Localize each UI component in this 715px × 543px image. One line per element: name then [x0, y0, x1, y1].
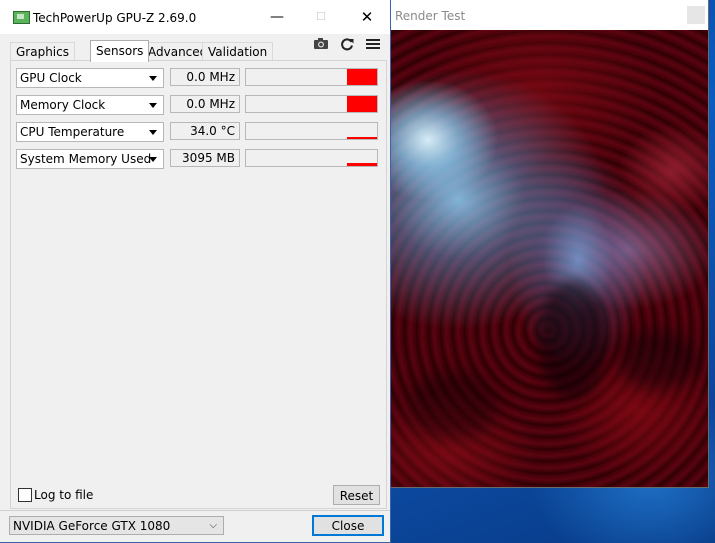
sensor-graph-bar — [347, 163, 377, 166]
sensor-name: GPU Clock — [20, 71, 82, 85]
refresh-icon[interactable] — [338, 37, 356, 55]
chevron-down-icon: ⌵ — [209, 520, 217, 531]
sensor-graph — [245, 95, 378, 113]
close-button[interactable]: Close — [312, 515, 384, 536]
reset-button[interactable]: Reset — [333, 485, 380, 505]
sensor-graph — [245, 149, 378, 167]
tab-graphics-card[interactable]: Graphics Card — [10, 42, 75, 77]
footer-divider — [0, 510, 390, 511]
sensor-name-dropdown[interactable]: CPU Temperature — [16, 122, 164, 142]
sensor-graph-bar — [347, 69, 377, 85]
dropdown-arrow-icon — [149, 130, 157, 135]
gpuz-window: TechPowerUp GPU-Z 2.69.0 — ☐ ✕ Graphics … — [0, 0, 390, 542]
dropdown-arrow-icon — [149, 76, 157, 81]
hamburger-menu-icon[interactable] — [364, 37, 382, 55]
sensor-graph-bar — [347, 137, 377, 139]
render-blotch — [618, 330, 698, 390]
sensor-name: System Memory Used — [20, 152, 152, 166]
maximize-button[interactable]: ☐ — [306, 6, 336, 28]
checkbox-box[interactable] — [18, 488, 32, 502]
log-to-file-label: Log to file — [34, 488, 94, 502]
gpuz-titlebar[interactable]: TechPowerUp GPU-Z 2.69.0 — ☐ ✕ — [0, 0, 390, 34]
sensor-value: 3095 MB — [170, 149, 240, 167]
gpu-card-icon — [13, 11, 30, 24]
sensor-graph — [245, 122, 378, 140]
dropdown-arrow-icon — [149, 103, 157, 108]
gpu-select-dropdown[interactable]: NVIDIA GeForce GTX 1080 ⌵ — [9, 516, 224, 535]
render-blotch — [408, 370, 498, 440]
tab-sensors[interactable]: Sensors — [90, 40, 150, 62]
render-test-title: Render Test — [395, 9, 466, 23]
render-test-window: Render Test — [388, 0, 708, 487]
sensor-name-dropdown[interactable]: Memory Clock — [16, 95, 164, 115]
minimize-button[interactable]: — — [262, 6, 292, 28]
sensor-name-dropdown[interactable]: System Memory Used — [16, 149, 164, 169]
sensor-name: Memory Clock — [20, 98, 106, 112]
sensor-graph-bar — [347, 96, 377, 112]
window-title: TechPowerUp GPU-Z 2.69.0 — [33, 11, 197, 25]
sensor-name-dropdown[interactable]: GPU Clock — [16, 68, 164, 88]
gpu-select-value: NVIDIA GeForce GTX 1080 — [13, 519, 171, 533]
tab-validation[interactable]: Validation — [202, 42, 274, 61]
sensor-value: 0.0 MHz — [170, 68, 240, 86]
sensor-name: CPU Temperature — [20, 125, 125, 139]
sensor-value: 0.0 MHz — [170, 95, 240, 113]
close-window-button[interactable]: ✕ — [352, 6, 382, 28]
camera-icon[interactable] — [312, 37, 330, 55]
render-blotch — [538, 280, 608, 400]
sensor-graph — [245, 68, 378, 86]
render-canvas — [388, 30, 708, 487]
sensor-value: 34.0 °C — [170, 122, 240, 140]
render-test-titlebar[interactable]: Render Test — [388, 0, 708, 30]
render-test-close-button[interactable] — [687, 6, 705, 24]
dropdown-arrow-icon — [149, 157, 157, 162]
